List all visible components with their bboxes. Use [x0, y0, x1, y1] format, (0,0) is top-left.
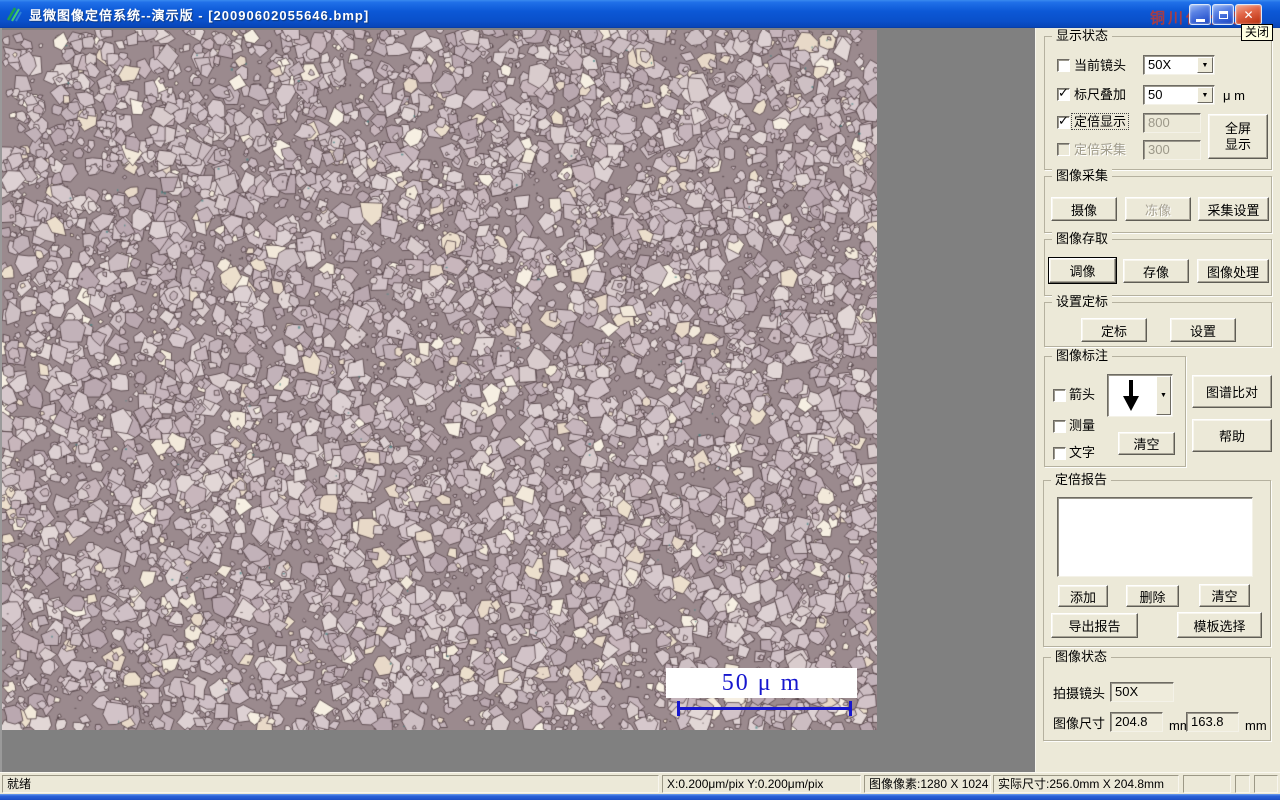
edit-fixed-display: 800: [1143, 113, 1201, 133]
report-template-button[interactable]: 模板选择: [1177, 612, 1262, 638]
checkbox-measure[interactable]: [1053, 420, 1066, 433]
report-clear-button[interactable]: 清空: [1199, 584, 1250, 607]
field-image-height: 163.8: [1186, 712, 1239, 732]
status-empty-panel: [1235, 775, 1250, 793]
checkbox-fixed-capture: [1057, 143, 1070, 156]
arrow-style-combo[interactable]: ▼: [1107, 374, 1173, 417]
fullscreen-button-line2: 显示: [1224, 136, 1251, 152]
group-display-status-legend: 显示状态: [1052, 28, 1113, 44]
status-ready: 就绪: [2, 775, 659, 793]
window-bottom-border: [0, 794, 1280, 800]
group-calibration: 设置定标: [1044, 294, 1272, 347]
field-image-width: 204.8: [1110, 712, 1163, 732]
label-fixed-display: 定倍显示: [1070, 113, 1130, 130]
image-process-button[interactable]: 图像处理: [1197, 259, 1269, 283]
check-icon: ✓: [1058, 85, 1069, 100]
arrow-down-icon: [1123, 380, 1139, 411]
label-measure: 测量: [1069, 418, 1096, 433]
status-empty-panel: [1183, 775, 1231, 793]
label-scale-overlay: 标尺叠加: [1074, 87, 1127, 102]
field-image-height-value: 163.8: [1191, 714, 1224, 729]
fullscreen-button-line1: 全屏: [1224, 120, 1251, 136]
minimize-icon: [1195, 18, 1205, 22]
field-capture-lens: 50X: [1110, 682, 1174, 702]
scale-bar-line: [677, 701, 852, 716]
capture-settings-button[interactable]: 采集设置: [1198, 197, 1269, 221]
combo-scale-value[interactable]: 50 ▼: [1143, 85, 1215, 105]
label-fixed-capture: 定倍采集: [1074, 142, 1127, 157]
label-text: 文字: [1069, 445, 1096, 460]
scale-bar-overlay: 50 μ m: [666, 668, 857, 698]
edit-fixed-capture-value: 300: [1148, 142, 1170, 157]
field-image-width-value: 204.8: [1115, 714, 1148, 729]
group-report-legend: 定倍报告: [1051, 472, 1112, 488]
label-current-lens: 当前镜头: [1074, 58, 1127, 73]
window-title: 显微图像定倍系统--演示版 - [20090602055646.bmp]: [29, 7, 370, 23]
settings-button[interactable]: 设置: [1170, 318, 1236, 342]
app-icon: [6, 7, 22, 22]
restore-button[interactable]: [1212, 4, 1234, 25]
report-add-button[interactable]: 添加: [1058, 585, 1108, 607]
app-window: 显微图像定倍系统--演示版 - [20090602055646.bmp] 铜川仪…: [0, 0, 1280, 800]
checkbox-scale-overlay[interactable]: ✓: [1057, 85, 1070, 101]
status-pixels: 图像像素:1280 X 1024: [864, 775, 991, 793]
annotation-clear-button[interactable]: 清空: [1118, 432, 1175, 455]
combo-current-lens-value: 50X: [1148, 57, 1172, 72]
load-image-button[interactable]: 调像: [1049, 258, 1116, 283]
check-icon: ✓: [1058, 113, 1069, 128]
checkbox-text[interactable]: [1053, 447, 1066, 460]
titlebar: 显微图像定倍系统--演示版 - [20090602055646.bmp] 铜川仪…: [0, 0, 1280, 41]
group-annotation-legend: 图像标注: [1052, 348, 1113, 364]
label-arrow: 箭头: [1069, 387, 1096, 402]
close-icon: ✕: [1243, 7, 1254, 22]
edit-fixed-capture: 300: [1143, 140, 1201, 160]
checkbox-current-lens[interactable]: [1057, 59, 1070, 72]
checkbox-arrow[interactable]: [1053, 389, 1066, 402]
edit-fixed-display-value: 800: [1148, 115, 1170, 130]
group-calibration-legend: 设置定标: [1052, 294, 1113, 310]
help-button[interactable]: 帮助: [1192, 419, 1272, 452]
statusbar: 就绪 X:0.200μm/pix Y:0.200μm/pix 图像像素:1280…: [0, 772, 1280, 794]
report-listbox[interactable]: [1057, 497, 1253, 577]
close-button[interactable]: ✕: [1235, 4, 1262, 25]
status-empty-panel: [1254, 775, 1278, 793]
checkbox-fixed-display[interactable]: ✓: [1057, 113, 1070, 129]
micrograph-image[interactable]: [2, 30, 877, 730]
status-actual-size: 实际尺寸:256.0mm X 204.8mm: [993, 775, 1179, 793]
capture-button[interactable]: 摄像: [1051, 197, 1117, 221]
client-area: 50 μ m: [0, 28, 1035, 772]
atlas-compare-button[interactable]: 图谱比对: [1192, 375, 1272, 408]
scale-bar-label: 50 μ m: [721, 669, 802, 696]
combo-scale-value-text: 50: [1148, 87, 1163, 102]
group-image-status-legend: 图像状态: [1051, 649, 1112, 665]
combo-scale-dropdown-icon[interactable]: ▼: [1197, 87, 1213, 103]
combo-current-lens[interactable]: 50X ▼: [1143, 55, 1215, 75]
group-storage-legend: 图像存取: [1052, 231, 1113, 247]
label-scale-unit: μ m: [1223, 88, 1245, 103]
combo-current-lens-dropdown-icon[interactable]: ▼: [1197, 57, 1213, 73]
report-delete-button[interactable]: 删除: [1126, 585, 1179, 607]
group-acquisition-legend: 图像采集: [1052, 168, 1113, 184]
fullscreen-button[interactable]: 全屏 显示: [1208, 114, 1268, 159]
restore-icon: [1218, 10, 1228, 19]
close-tooltip: 关闭: [1241, 24, 1274, 41]
report-export-button[interactable]: 导出报告: [1051, 613, 1138, 638]
minimize-button[interactable]: [1189, 4, 1211, 25]
calibrate-button[interactable]: 定标: [1081, 318, 1147, 342]
field-capture-lens-value: 50X: [1115, 684, 1139, 699]
status-resolution: X:0.200μm/pix Y:0.200μm/pix: [662, 775, 861, 793]
save-image-button[interactable]: 存像: [1123, 259, 1189, 283]
arrow-combo-dropdown-icon[interactable]: ▼: [1156, 376, 1171, 415]
freeze-button: 冻像: [1125, 197, 1191, 221]
